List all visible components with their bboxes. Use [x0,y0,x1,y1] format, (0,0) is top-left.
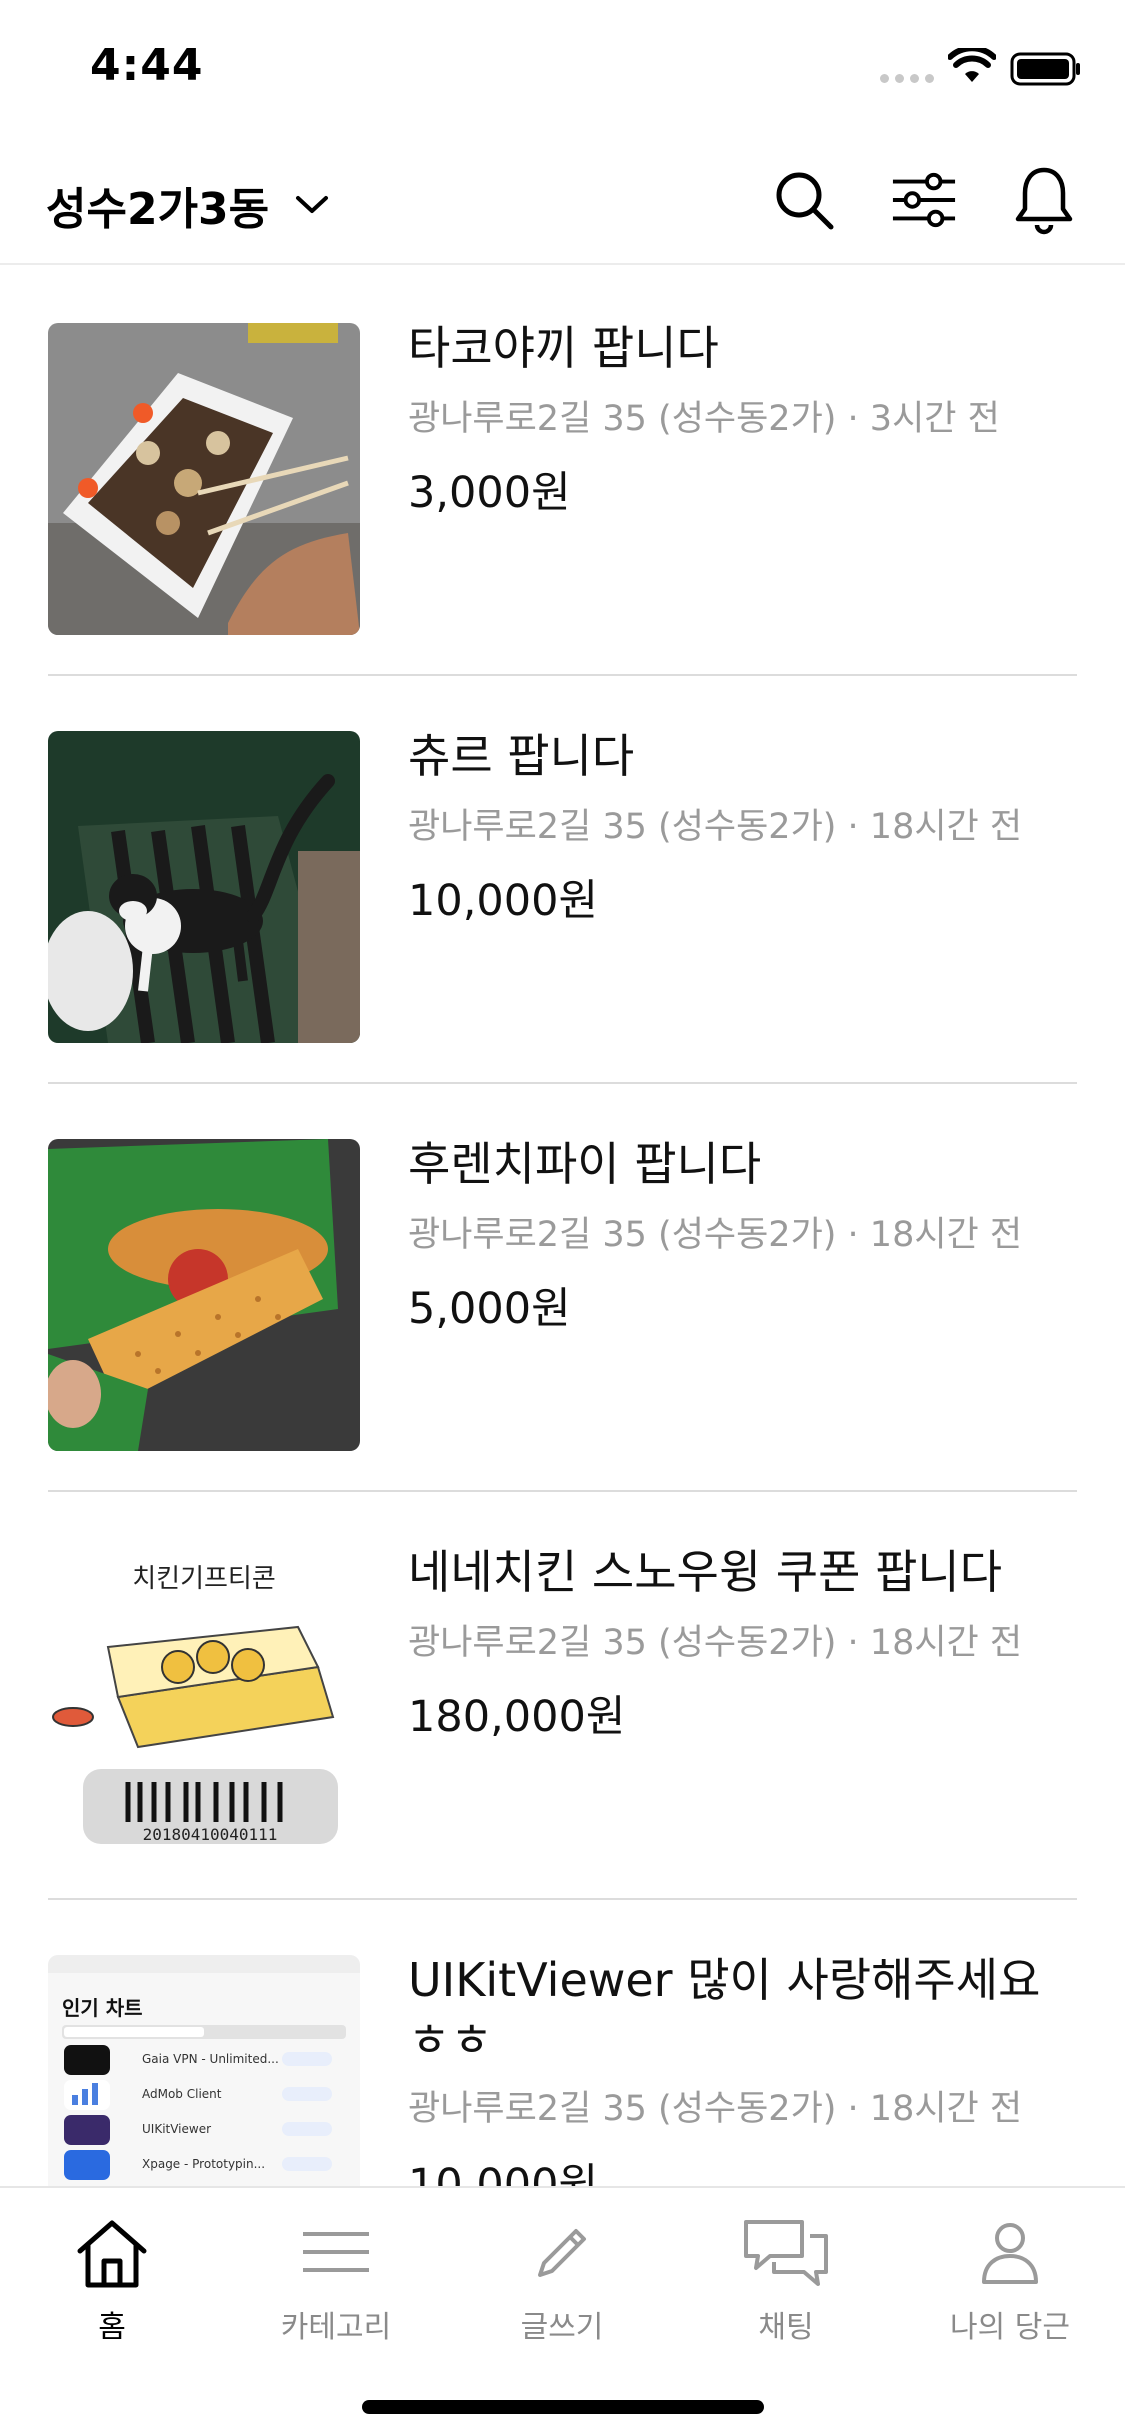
status-bar: 4:44 [0,0,1125,135]
item-title: 타코야끼 팝니다 [408,321,719,375]
list-item[interactable]: 인기 차트 Gaia VPN - Unlimited... AdMob Clie… [0,1900,1125,2186]
product-image [48,323,360,635]
status-time: 4:44 [90,40,204,91]
location-label: 성수2가3동 [46,184,270,235]
product-image: 치킨기프티콘 20180410040111 [48,1547,360,1859]
list-item[interactable]: 타코야끼 팝니다 광나루로2길 35 (성수동2가) · 3시간 전 3,000… [0,268,1125,676]
tab-label: 홈 [98,2310,126,2345]
tab-label: 나의 당근 [950,2310,1070,2345]
item-title: 츄르 팝니다 [408,729,635,783]
product-image [48,731,360,1043]
tab-bar: 홈 카테고리 글쓰기 채팅 나의 당근 [0,2186,1125,2436]
sliders-icon [892,172,956,228]
item-meta: 광나루로2길 35 (성수동2가) · 18시간 전 [408,2089,1023,2129]
item-price: 10,000원 [408,2160,599,2186]
item-meta: 광나루로2길 35 (성수동2가) · 3시간 전 [408,399,1000,439]
item-price: 5,000원 [408,1284,571,1334]
tab-chat[interactable]: 채팅 [696,2208,876,2346]
item-price: 3,000원 [408,468,571,518]
screenshot-chart-title: 인기 차트 [62,1996,143,2020]
chevron-down-icon [296,196,329,213]
home-indicator[interactable] [362,2400,764,2414]
item-title-line-1: UIKitViewer 많이 사랑해주세요 [408,1953,1041,2007]
coupon-barcode-number: 20180410040111 [143,1825,278,1844]
item-title-line-2: ㅎㅎ [408,2013,493,2067]
pencil-icon [538,2229,586,2277]
product-list: 타코야끼 팝니다 광나루로2길 35 (성수동2가) · 3시간 전 3,000… [0,268,1125,2186]
menu-icon [303,2232,369,2272]
location-selector[interactable]: 성수2가3동 [46,173,329,237]
item-meta: 광나루로2길 35 (성수동2가) · 18시간 전 [408,807,1023,847]
chat-icon [744,2220,828,2286]
search-button[interactable] [771,165,837,235]
item-price: 180,000원 [408,1692,626,1742]
item-meta: 광나루로2길 35 (성수동2가) · 18시간 전 [408,1623,1023,1663]
person-icon [982,2223,1038,2284]
item-title: 후렌치파이 팝니다 [408,1137,762,1191]
list-item[interactable]: 츄르 팝니다 광나루로2길 35 (성수동2가) · 18시간 전 10,000… [0,676,1125,1084]
tab-category[interactable]: 카테고리 [246,2208,426,2346]
search-icon [776,172,834,230]
list-item[interactable]: 치킨기프티콘 20180410040111 네네치킨 스노우윙 쿠폰 팝니다 광… [0,1492,1125,1900]
wifi-icon [948,48,996,82]
product-image [48,1139,360,1451]
list-item[interactable]: 후렌치파이 팝니다 광나루로2길 35 (성수동2가) · 18시간 전 5,0… [0,1084,1125,1492]
tab-write[interactable]: 글쓰기 [472,2208,652,2346]
top-nav: 성수2가3동 [0,135,1125,265]
item-title: 네네치킨 스노우윙 쿠폰 팝니다 [408,1545,1003,1599]
screenshot-row: Xpage - Prototypin... [142,2157,265,2171]
product-image: 인기 차트 Gaia VPN - Unlimited... AdMob Clie… [48,1955,360,2186]
bell-icon [1015,167,1073,235]
battery-icon [1010,52,1080,86]
screenshot-row: UIKitViewer [142,2122,211,2136]
tab-label: 카테고리 [280,2310,392,2345]
notifications-button[interactable] [1011,165,1077,235]
home-icon [77,2220,147,2288]
item-meta: 광나루로2길 35 (성수동2가) · 18시간 전 [408,1215,1023,1255]
tab-label: 글쓰기 [520,2310,604,2345]
item-price: 10,000원 [408,876,599,926]
tab-my-carrot[interactable]: 나의 당근 [920,2208,1100,2346]
item-title: UIKitViewer 많이 사랑해주세요 ㅎㅎ [408,1950,1048,2070]
coupon-heading: 치킨기프티콘 [132,1564,276,1594]
filter-button[interactable] [891,165,957,235]
signal-icon [880,74,934,83]
screenshot-row: AdMob Client [142,2087,222,2101]
screenshot-row: Gaia VPN - Unlimited... [142,2052,279,2066]
tab-home[interactable]: 홈 [22,2208,202,2346]
tab-label: 채팅 [758,2310,814,2345]
